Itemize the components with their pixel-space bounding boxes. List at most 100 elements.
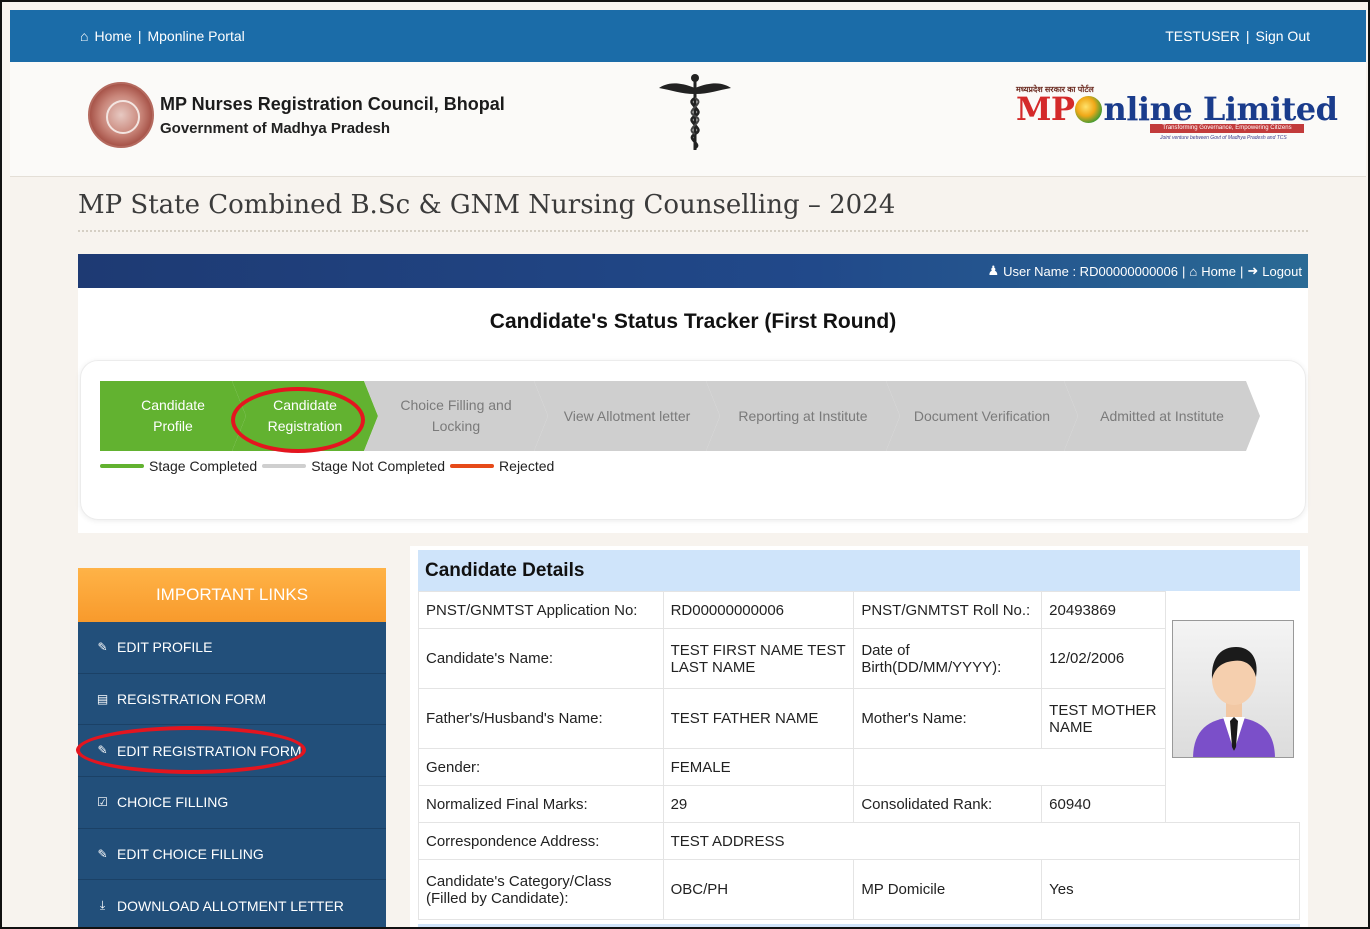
label-cell: Date of Birth(DD/MM/YYYY): [853, 628, 1043, 689]
label-cell: PNST/GNMTST Application No: [418, 591, 664, 629]
sidebar-item-label: EDIT REGISTRATION FORM [117, 742, 302, 759]
step-admitted-at-institute[interactable]: Admitted at Institute [1064, 381, 1260, 451]
roll-no-value: 20493869 [1041, 591, 1167, 629]
sidebar-item-label: CHOICE FILLING [117, 794, 229, 811]
dob-value: 12/02/2006 [1041, 628, 1167, 689]
label-cell: Mother's Name: [853, 688, 1043, 749]
step-candidate-registration[interactable]: Candidate Registration [232, 381, 378, 451]
marks-value: 29 [662, 785, 855, 823]
sidebar-item-label: REGISTRATION FORM [117, 691, 267, 708]
sidebar-item-choice-filling[interactable]: ☑ CHOICE FILLING [78, 777, 386, 829]
sidebar-item-edit-registration-form[interactable]: ✎ EDIT REGISTRATION FORM [78, 725, 386, 778]
mponline-portal-link[interactable]: Mponline Portal [147, 28, 244, 44]
candidate-photo [1171, 619, 1294, 758]
empty-cell [853, 748, 1167, 786]
legend-rejected-label: Rejected [499, 458, 555, 474]
details-heading: Candidate Details [418, 550, 1300, 591]
label-cell: Gender: [418, 748, 664, 786]
home-icon[interactable]: ⌂ [80, 28, 88, 44]
step-reporting-at-institute[interactable]: Reporting at Institute [706, 381, 900, 451]
home-link[interactable]: Home [1201, 264, 1236, 279]
important-links-sidebar: IMPORTANT LINKS ✎ EDIT PROFILE ▤ REGISTR… [78, 568, 386, 929]
separator: | [1245, 28, 1250, 44]
org-subtitle: Government of Madhya Pradesh [160, 120, 391, 137]
sidebar-item-label: DOWNLOAD ALLOTMENT LETTER [117, 897, 344, 914]
user-name-label: User Name : RD00000000006 [1003, 263, 1178, 279]
sidebar-item-edit-profile[interactable]: ✎ EDIT PROFILE [78, 622, 386, 674]
step-view-allotment-letter[interactable]: View Allotment letter [534, 381, 720, 451]
domicile-value: Yes [1041, 859, 1300, 920]
separator: | [1239, 263, 1244, 279]
table-row: PNST/GNMTST Application No: RD0000000000… [418, 591, 1300, 758]
page-title: MP State Combined B.Sc & GNM Nursing Cou… [78, 190, 896, 220]
step-choice-filling[interactable]: Choice Filling and Locking [364, 381, 548, 451]
legend-rejected-swatch [450, 464, 495, 468]
top-navbar: ⌂ Home | Mponline Portal TESTUSER | Sign… [10, 10, 1366, 62]
sidebar-item-label: EDIT PROFILE [117, 639, 213, 656]
label-cell: MP Domicile [853, 859, 1043, 920]
label-cell: Father's/Husband's Name: [418, 688, 664, 749]
mponline-jv-text: Joint venture between Govt of Madhya Pra… [1160, 135, 1287, 141]
id-card-icon: ▤ [96, 691, 109, 706]
mponline-tagline: Transforming Governance, Empowering Citi… [1150, 124, 1304, 133]
application-no-value: RD00000000006 [662, 591, 855, 629]
photo-cell [1166, 592, 1300, 786]
legend-not-completed-swatch [262, 464, 307, 468]
label-cell: Candidate's Category/Class (Filled by Ca… [418, 859, 664, 920]
edit-icon: ✎ [97, 743, 108, 758]
mother-name-value: TEST MOTHER NAME [1041, 688, 1167, 749]
sidebar-heading: IMPORTANT LINKS [78, 568, 386, 622]
legend-completed-label: Stage Completed [149, 458, 258, 474]
sidebar-item-registration-form[interactable]: ▤ REGISTRATION FORM [78, 674, 386, 726]
step-candidate-profile[interactable]: Candidate Profile [100, 381, 246, 451]
edit-icon: ✎ [97, 846, 108, 861]
legend-completed-swatch [100, 464, 144, 468]
checkbox-icon: ☑ [97, 794, 108, 809]
sidebar-item-label: EDIT CHOICE FILLING [117, 846, 264, 863]
table-row: Candidate's Category/Class (Filled by Ca… [418, 859, 1300, 920]
user-link[interactable]: TESTUSER [1165, 28, 1240, 44]
candidate-name-value: TEST FIRST NAME TEST LAST NAME [662, 628, 855, 689]
user-bar: ♟ User Name : RD00000000006 | ⌂ Home | ➜… [78, 254, 1308, 288]
logout-link[interactable]: Logout [1262, 264, 1302, 279]
candidate-details-panel: Candidate Details PNST/GNMTST Applicatio… [410, 546, 1308, 929]
gender-value: FEMALE [662, 748, 855, 786]
sign-out-link[interactable]: Sign Out [1256, 28, 1310, 44]
globe-icon [1075, 96, 1103, 123]
label-cell: Consolidated Rank: [853, 785, 1043, 823]
rank-value: 60940 [1041, 785, 1167, 823]
tracker-title: Candidate's Status Tracker (First Round) [489, 310, 897, 333]
org-name: MP Nurses Registration Council, Bhopal [160, 94, 505, 114]
candidate-details-table: PNST/GNMTST Application No: RD0000000000… [418, 591, 1301, 920]
label-cell: Normalized Final Marks: [418, 785, 664, 823]
separator: | [1182, 263, 1186, 279]
table-row: Correspondence Address: TEST ADDRESS [418, 822, 1301, 860]
stage-steps: Candidate Profile Candidate Registration C… [100, 381, 1260, 451]
divider [78, 230, 1308, 232]
legend-not-completed-label: Stage Not Completed [311, 458, 446, 474]
caduceus-icon [659, 74, 731, 150]
edit-icon: ✎ [97, 639, 108, 654]
home-icon[interactable]: ⌂ [1189, 264, 1197, 279]
label-cell: PNST/GNMTST Roll No.: [853, 591, 1043, 629]
sidebar-item-download-allotment-letter[interactable]: ⤓ DOWNLOAD ALLOTMENT LETTER [78, 880, 386, 929]
separator: | [137, 28, 142, 44]
address-value: TEST ADDRESS [662, 822, 1301, 860]
user-icon: ♟ [987, 263, 1000, 278]
download-icon: ⤓ [99, 898, 106, 913]
step-document-verification[interactable]: Document Verification [886, 381, 1078, 451]
status-tracker-panel: Candidate's Status Tracker (First Round)… [78, 288, 1308, 533]
council-seal-logo [88, 82, 154, 148]
category-value: OBC/PH [662, 859, 855, 920]
mponline-logo: MP nline Limited [1016, 90, 1338, 128]
label-cell: Correspondence Address: [418, 822, 664, 860]
sidebar-item-edit-choice-filling[interactable]: ✎ EDIT CHOICE FILLING [78, 829, 386, 881]
label-cell: Candidate's Name: [418, 628, 664, 689]
empty-cell [1166, 786, 1300, 823]
tracker-legend: Stage Completed Stage Not Completed Reje… [100, 458, 554, 474]
logout-icon[interactable]: ➜ [1247, 263, 1258, 279]
home-link[interactable]: Home [94, 28, 131, 44]
avatar-icon [1192, 646, 1275, 757]
table-row: Normalized Final Marks: 29 Consolidated … [418, 785, 1300, 823]
father-name-value: TEST FATHER NAME [662, 688, 855, 749]
